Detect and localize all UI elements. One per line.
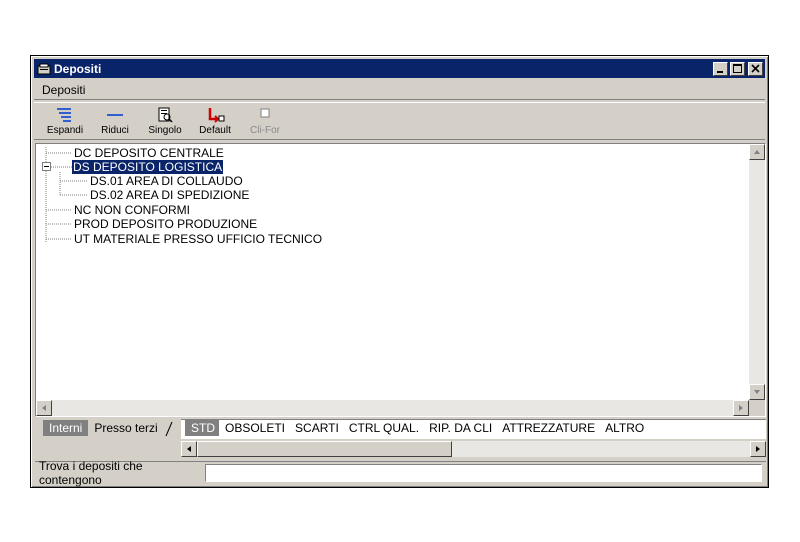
arrow-down-icon [754,390,760,394]
collapse-label: Riduci [101,125,129,136]
tree-node-ds[interactable]: DS DEPOSITO LOGISTICA [72,160,224,174]
tree-node-ds02[interactable]: DS.02 AREA DI SPEDIZIONE [90,188,249,202]
single-button[interactable]: Singolo [140,103,190,141]
find-label: Trova i depositi che contengono [39,458,143,487]
collapse-icon [107,114,123,116]
tabs-horizontal-scrollbar[interactable] [181,441,766,457]
tab-altro[interactable]: ALTRO [599,420,648,436]
tabs-scroll-right-button[interactable] [750,441,766,457]
scroll-corner [749,400,765,416]
tree-vertical-scrollbar[interactable] [749,144,765,400]
expand-icon [57,108,71,122]
default-label: Default [199,125,231,136]
close-button[interactable] [748,61,763,76]
menu-depositi[interactable]: Depositi [42,83,85,97]
tree-node-prod[interactable]: PROD DEPOSITO PRODUZIONE [74,217,257,231]
title-bar: Depositi [34,59,765,78]
tab-separator-icon [165,421,173,437]
tree-node-ds01[interactable]: DS.01 AREA DI COLLAUDO [90,174,243,188]
tree-horizontal-scrollbar[interactable] [36,400,749,416]
window-title: Depositi [54,61,102,76]
find-input[interactable] [205,463,762,482]
collapse-node-toggle[interactable] [42,162,51,171]
checkbox-icon [260,108,270,118]
expand-label: Espandi [46,125,84,136]
tab-rip-da-cli[interactable]: RIP. DA CLI [423,420,496,436]
tabs-scroll-left-button[interactable] [181,441,197,457]
arrow-right-icon [739,405,743,411]
app-icon [37,63,51,75]
scroll-right-button[interactable] [733,400,749,416]
tab-obsoleti[interactable]: OBSOLETI [219,420,289,436]
tab-ctrl-qual[interactable]: CTRL QUAL. [343,420,423,436]
arrow-up-icon [754,150,760,154]
default-button[interactable]: Default [190,103,240,141]
tab-interni[interactable]: Interni [43,420,89,436]
tree-node-ut[interactable]: UT MATERIALE PRESSO UFFICIO TECNICO [74,232,322,246]
tab-presso-terzi[interactable]: Presso terzi [88,420,163,436]
default-icon [208,108,225,123]
cli-for-button[interactable]: Cli-For [240,103,290,141]
scroll-left-button[interactable] [36,400,52,416]
find-row: Trova i depositi che contengono [35,459,766,487]
deposit-tree[interactable]: DC DEPOSITO CENTRALE DS DEPOSITO LOGISTI… [35,143,766,417]
arrow-left-icon [42,405,46,411]
tree-node-dc[interactable]: DC DEPOSITO CENTRALE [74,146,224,160]
arrow-left-icon [187,446,191,452]
tab-scarti[interactable]: SCARTI [289,420,343,436]
category-tabs: STD OBSOLETI SCARTI CTRL QUAL. RIP. DA C… [181,419,766,439]
scroll-up-button[interactable] [749,144,765,160]
expand-button[interactable]: Espandi [40,103,90,141]
collapse-button[interactable]: Riduci [90,103,140,141]
tree-node-nc[interactable]: NC NON CONFORMI [74,203,190,217]
tab-std[interactable]: STD [185,420,219,436]
toolbar: Espandi Riduci Singolo Default Cli-For [34,102,765,140]
tab-attrezzature[interactable]: ATTREZZATURE [496,420,599,436]
tabs-scroll-thumb[interactable] [197,441,452,457]
menu-bar: Depositi [34,80,765,100]
location-tabs: Interni Presso terzi [43,420,174,438]
maximize-button[interactable] [730,61,745,76]
depositi-window: Depositi Depositi Espandi Riduci Singolo… [30,55,769,488]
cli-for-label: Cli-For [250,125,280,136]
minimize-button[interactable] [713,61,728,76]
scroll-down-button[interactable] [749,384,765,400]
arrow-right-icon [756,446,760,452]
single-icon [158,107,173,123]
single-label: Singolo [148,125,182,136]
